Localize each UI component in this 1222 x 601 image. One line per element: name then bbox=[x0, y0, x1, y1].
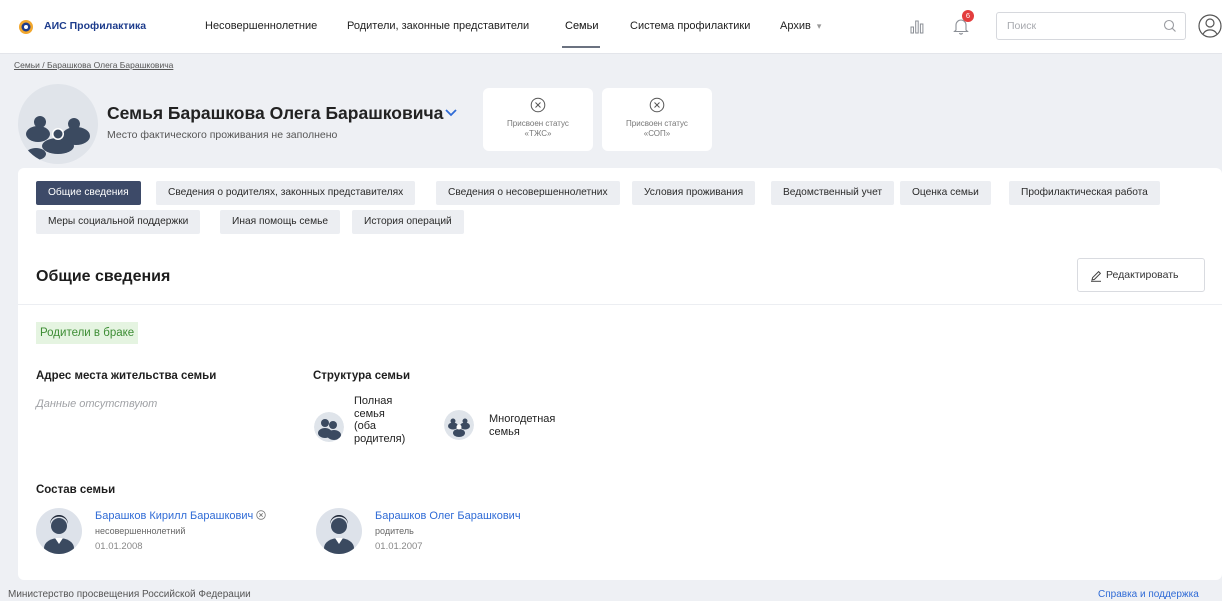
structure-text-line: родителя) bbox=[354, 432, 406, 445]
search-icon[interactable] bbox=[1163, 19, 1177, 33]
main-panel: Общие сведения Сведения о родителях, зак… bbox=[18, 168, 1222, 580]
person-icon bbox=[44, 515, 74, 554]
tab-prevention-work[interactable]: Профилактическая работа bbox=[1009, 181, 1160, 205]
tab-other-help[interactable]: Иная помощь семье bbox=[220, 210, 341, 234]
footer-ministry: Министерство просвещения Российской Феде… bbox=[8, 589, 251, 600]
app-logo-text[interactable]: АИС Профилактика bbox=[44, 20, 146, 32]
search-input[interactable] bbox=[997, 13, 1157, 39]
nav-item-minors[interactable]: Несовершеннолетние bbox=[205, 20, 317, 32]
tab-departmental-registry[interactable]: Ведомственный учет bbox=[771, 181, 895, 205]
member-name-link[interactable]: Барашков Олег Барашкович bbox=[375, 510, 521, 522]
tab-operations-history[interactable]: История операций bbox=[352, 210, 464, 234]
address-note: Место фактического проживания не заполне… bbox=[107, 129, 338, 141]
status-label: Присвоен статус «СОП» bbox=[626, 119, 688, 138]
user-icon[interactable] bbox=[1198, 14, 1222, 38]
tab-family-assessment[interactable]: Оценка семьи bbox=[900, 181, 991, 205]
edit-button-label: Редактировать bbox=[1106, 269, 1179, 281]
close-circle-icon bbox=[649, 97, 665, 113]
structure-item-large-family: Многодетная семья bbox=[489, 413, 555, 438]
member-role: несовершеннолетний bbox=[95, 526, 186, 536]
nav-item-prevention-system[interactable]: Система профилактики bbox=[630, 20, 750, 32]
member-name: Барашков Кирилл Барашкович bbox=[95, 510, 254, 522]
address-value: Данные отсутствуют bbox=[36, 398, 158, 410]
nav-item-families[interactable]: Семьи bbox=[565, 20, 599, 32]
close-circle-icon[interactable] bbox=[256, 510, 266, 520]
nav-item-archive-label: Архив bbox=[780, 20, 811, 32]
structure-text-line: Многодетная bbox=[489, 413, 556, 425]
pencil-icon bbox=[1091, 270, 1102, 282]
family-group-icon bbox=[26, 116, 90, 160]
footer-support-link[interactable]: Справка и поддержка bbox=[1098, 589, 1199, 600]
family-title: Семья Барашкова Олега Барашковича bbox=[107, 103, 444, 123]
tab-general-info[interactable]: Общие сведения bbox=[36, 181, 141, 205]
structure-text-line: Полная bbox=[354, 395, 393, 407]
edit-button[interactable]: Редактировать bbox=[1077, 258, 1205, 292]
chevron-down-icon: ▾ bbox=[816, 21, 822, 31]
status-card-sop[interactable]: Присвоен статус «СОП» bbox=[602, 88, 712, 151]
chevron-down-icon[interactable] bbox=[444, 106, 458, 120]
structure-text-line: семья bbox=[354, 407, 385, 420]
member-name-link[interactable]: Барашков Кирилл Барашкович bbox=[95, 510, 266, 522]
family-avatar bbox=[18, 84, 98, 164]
structure-item-full-family: Полная семья (оба родителя) bbox=[354, 395, 405, 445]
close-circle-icon bbox=[530, 97, 546, 113]
breadcrumb[interactable]: Семьи / Барашкова Олега Барашковича bbox=[14, 60, 173, 70]
tab-living-conditions[interactable]: Условия проживания bbox=[632, 181, 756, 205]
members-label: Состав семьи bbox=[36, 484, 116, 496]
logo-icon[interactable] bbox=[18, 19, 34, 35]
member-avatar[interactable] bbox=[36, 508, 82, 554]
member-birthdate: 01.01.2008 bbox=[95, 541, 143, 552]
status-card-tzhs[interactable]: Присвоен статус «ТЖС» bbox=[483, 88, 593, 151]
search-box bbox=[996, 12, 1186, 40]
nav-item-archive[interactable]: Архив ▾ bbox=[780, 20, 821, 32]
structure-text-line: семья bbox=[489, 425, 520, 438]
large-family-icon bbox=[444, 410, 474, 440]
nav-active-indicator bbox=[562, 46, 600, 48]
status-label: Присвоен статус «ТЖС» bbox=[507, 119, 569, 138]
tab-minors-info[interactable]: Сведения о несовершеннолетних bbox=[436, 181, 620, 205]
tab-social-support[interactable]: Меры социальной поддержки bbox=[36, 210, 201, 234]
member-birthdate: 01.01.2007 bbox=[375, 541, 423, 552]
divider bbox=[18, 304, 1222, 305]
stats-icon[interactable] bbox=[909, 18, 925, 34]
address-label: Адрес места жительства семьи bbox=[36, 370, 217, 382]
member-avatar[interactable] bbox=[316, 508, 362, 554]
member-role: родитель bbox=[375, 526, 414, 536]
person-icon bbox=[324, 515, 354, 554]
marriage-status-badge: Родители в браке bbox=[36, 322, 139, 344]
nav-item-parents[interactable]: Родители, законные представители bbox=[347, 20, 529, 32]
structure-text-line: (оба bbox=[354, 420, 376, 432]
tab-parents-info[interactable]: Сведения о родителях, законных представи… bbox=[156, 181, 416, 205]
structure-label: Структура семьи bbox=[313, 370, 411, 382]
section-title: Общие сведения bbox=[36, 268, 171, 285]
top-navbar: АИС Профилактика Несовершеннолетние Роди… bbox=[0, 0, 1222, 54]
full-family-icon bbox=[314, 412, 344, 442]
notification-badge: 6 bbox=[962, 10, 974, 22]
